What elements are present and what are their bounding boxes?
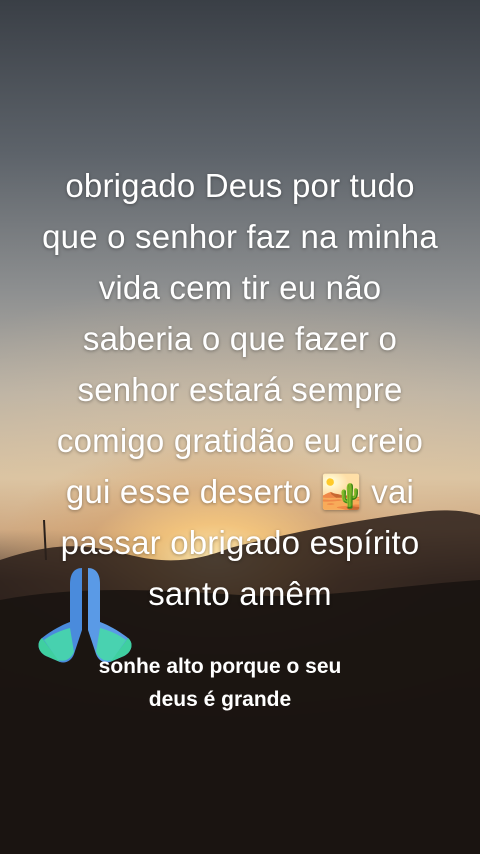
subtitle-line: sonhe alto porque o seu <box>98 655 342 678</box>
caption-line: senhor estará sempre <box>77 371 403 408</box>
post-caption: obrigado Deus por tudo que o senhor faz … <box>10 160 470 619</box>
caption-line: saberia o que fazer o <box>82 320 398 357</box>
overlay-subtitle: sonhe alto porque o seu deus é grande <box>50 650 390 716</box>
caption-line: gui esse deserto 🏜️ vai <box>65 473 415 510</box>
caption-line: comigo gratidão eu creio <box>56 422 424 459</box>
caption-line: obrigado Deus por tudo <box>65 167 415 204</box>
caption-line: que o senhor faz na minha <box>42 218 438 255</box>
subtitle-line: deus é grande <box>148 688 292 711</box>
caption-line: vida cem tir eu não <box>98 269 382 306</box>
